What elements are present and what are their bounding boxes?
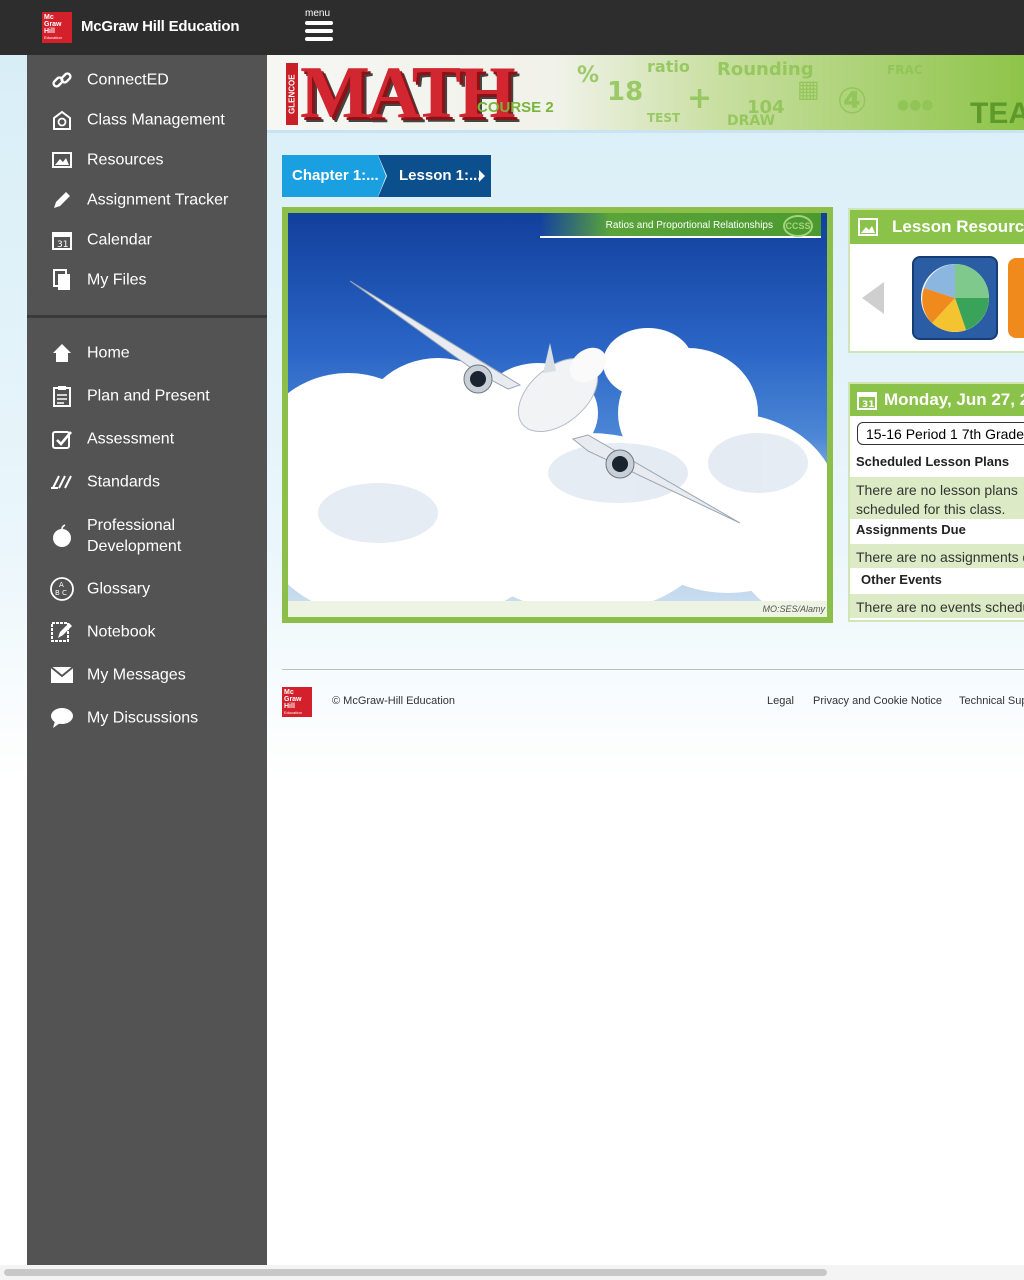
hero-topic: Ratios and Proportional Relationships: [605, 220, 773, 231]
pencil-icon: [49, 187, 75, 213]
image-icon: [858, 218, 878, 241]
lesson-resources-title: Lesson Resources: [892, 217, 1024, 236]
footer-link-legal[interactable]: Legal: [767, 695, 794, 707]
chat-bubble-icon: [49, 705, 75, 731]
sidebar-item-my-files[interactable]: My Files: [27, 260, 267, 300]
sidebar-item-my-messages[interactable]: My Messages: [27, 655, 267, 695]
lesson-resources-panel: Lesson Resources: [848, 208, 1024, 353]
clipboard-icon: [49, 383, 75, 409]
sidebar-item-calendar[interactable]: 31 Calendar: [27, 220, 267, 260]
sidebar: ConnectED Class Management Resources Ass…: [27, 55, 267, 1265]
sidebar-item-home[interactable]: Home: [27, 333, 267, 373]
sidebar-item-standards[interactable]: Standards: [27, 462, 267, 502]
calendar-icon: 31: [856, 389, 878, 416]
svg-text:C: C: [62, 589, 67, 597]
sidebar-item-connected[interactable]: ConnectED: [27, 60, 267, 100]
footer-link-technical-support[interactable]: Technical Support: [959, 695, 1024, 707]
footer-divider: [282, 669, 1024, 670]
menu-button[interactable]: menu: [300, 6, 338, 46]
footer-link-privacy[interactable]: Privacy and Cookie Notice: [813, 695, 942, 707]
hero-topic-bar: Ratios and Proportional Relationships CC…: [540, 213, 821, 238]
hamburger-icon: [305, 21, 333, 25]
svg-text:31: 31: [57, 240, 68, 250]
files-icon: [49, 267, 75, 293]
sidebar-item-glossary[interactable]: ABC Glossary: [27, 569, 267, 609]
checkbox-icon: [49, 426, 75, 452]
caret-right-icon: [479, 170, 485, 182]
photo-credit: MO:SES/Alamy: [762, 604, 825, 614]
footer-copyright: © McGraw-Hill Education: [332, 695, 456, 707]
banner-course-label: COURSE 2: [477, 99, 554, 116]
sidebar-item-assignment-tracker[interactable]: Assignment Tracker: [27, 180, 267, 220]
hamburger-icon: [305, 29, 333, 33]
mcgraw-hill-logo[interactable]: Mc Graw Hill Education: [42, 12, 72, 43]
scheduled-lesson-plans-message: There are no lesson plans scheduled for …: [850, 477, 1024, 519]
other-events-message: There are no events scheduled: [850, 594, 1024, 618]
hero-caption-strip: [288, 601, 827, 617]
sidebar-item-professional-development[interactable]: Professional Development: [27, 505, 267, 567]
top-bar: Mc Graw Hill Education McGraw Hill Educa…: [0, 0, 1024, 55]
assignments-due-message: There are no assignments due: [850, 544, 1024, 568]
footer-logo: Mc Graw Hill Education: [282, 687, 312, 717]
sidebar-divider: [27, 315, 267, 318]
banner-math-title: MATH: [300, 55, 516, 133]
glencoe-imprint: GLENCOE: [286, 63, 298, 125]
other-events-label: Other Events: [861, 572, 942, 587]
brand-name: McGraw Hill Education: [81, 18, 240, 35]
calendar-header: 31 Monday, Jun 27, 2016: [850, 384, 1024, 416]
sidebar-item-my-discussions[interactable]: My Discussions: [27, 698, 267, 738]
apple-icon: [49, 523, 75, 549]
breadcrumb-lesson-label: Lesson 1:...: [399, 167, 482, 184]
assignments-due-label: Assignments Due: [856, 522, 966, 537]
lesson-hero: Ratios and Proportional Relationships CC…: [282, 207, 833, 623]
sidebar-item-class-management[interactable]: Class Management: [27, 100, 267, 140]
calendar-panel: 31 Monday, Jun 27, 2016 15-16 Period 1 7…: [848, 382, 1024, 622]
class-select[interactable]: 15-16 Period 1 7th Grade: [857, 422, 1024, 445]
breadcrumb-lesson[interactable]: Lesson 1:...: [378, 155, 491, 197]
ccss-badge: CCSS: [783, 215, 813, 237]
sidebar-item-resources[interactable]: Resources: [27, 140, 267, 180]
calendar-icon: 31: [49, 227, 75, 253]
svg-text:31: 31: [862, 400, 875, 410]
school-bell-icon: [49, 107, 75, 133]
svg-text:A: A: [59, 581, 64, 589]
svg-text:B: B: [55, 589, 60, 597]
notebook-icon: [49, 619, 75, 645]
carousel-prev-button[interactable]: [862, 282, 884, 314]
scheduled-lesson-plans-label: Scheduled Lesson Plans: [856, 454, 1010, 469]
sidebar-item-notebook[interactable]: Notebook: [27, 612, 267, 652]
breadcrumb-chapter[interactable]: Chapter 1:...: [282, 155, 386, 197]
link-icon: [49, 67, 75, 93]
resource-tile-orange[interactable]: [1008, 258, 1024, 338]
home-icon: [49, 340, 75, 366]
sidebar-item-plan-and-present[interactable]: Plan and Present: [27, 376, 267, 416]
menu-label: menu: [305, 8, 331, 19]
banner-edition-label: TEA: [970, 97, 1024, 130]
horizontal-scrollbar-thumb[interactable]: [4, 1269, 827, 1276]
slashes-icon: [49, 469, 75, 495]
airplane-photo: [288, 213, 827, 601]
calendar-date: Monday, Jun 27, 2016: [884, 390, 1024, 409]
image-icon: [49, 147, 75, 173]
math-doodles-graphic: % 18 ratio + Rounding 104 ▦ ④ FRAC ●●● D…: [577, 57, 934, 129]
abc-icon: ABC: [49, 576, 75, 602]
lesson-resources-header: Lesson Resources: [850, 210, 1024, 244]
sidebar-item-assessment[interactable]: Assessment: [27, 419, 267, 459]
hamburger-icon: [305, 37, 333, 41]
course-banner: GLENCOE MATH COURSE 2 % 18 ratio + Round…: [267, 55, 1024, 133]
resource-tile-chart[interactable]: [912, 256, 998, 340]
envelope-icon: [49, 662, 75, 688]
